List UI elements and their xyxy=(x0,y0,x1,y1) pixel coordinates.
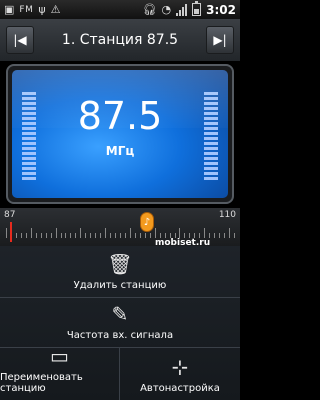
scale-tick xyxy=(129,228,131,238)
scale-tick xyxy=(25,233,27,238)
scale-tick xyxy=(124,233,126,238)
delete-station-label: Удалить станцию xyxy=(73,280,167,291)
scale-tick xyxy=(50,233,52,238)
frequency-needle xyxy=(10,222,12,242)
scale-tick xyxy=(65,233,67,238)
frequency-display-panel: 87.5 МГц xyxy=(6,64,234,204)
scale-max-label: 110 xyxy=(218,210,236,220)
scale-tick xyxy=(20,233,22,238)
edit-icon: ✎ xyxy=(111,302,129,326)
delete-station-button[interactable]: 🗑︎ Удалить станцию xyxy=(0,246,240,298)
skip-next-icon: ▶| xyxy=(213,33,227,47)
wifi-icon: ◔ xyxy=(161,3,172,16)
scale-tick xyxy=(229,228,231,238)
autotune-button[interactable]: ⊹ Автонастройка xyxy=(120,348,240,400)
android-icon: ▣ xyxy=(4,3,15,16)
scale-tick xyxy=(75,233,77,238)
scale-tick xyxy=(90,233,92,238)
scale-tick xyxy=(115,233,117,238)
scale-tick xyxy=(139,233,141,238)
scale-tick xyxy=(85,233,87,238)
scale-ticks xyxy=(6,226,235,238)
options-menu: 🗑︎ Удалить станцию ✎ Частота вх. сигнала… xyxy=(0,246,240,400)
scale-tick xyxy=(219,233,221,238)
usb-icon: ψ xyxy=(38,3,46,16)
fm-indicator: FM xyxy=(19,4,34,15)
rename-station-button[interactable]: ▭ Переименовать станцию xyxy=(0,344,120,400)
tuner-knob[interactable]: ♪ xyxy=(140,212,154,232)
music-note-icon: ♪ xyxy=(143,216,151,228)
scale-tick xyxy=(144,233,146,238)
battery-icon xyxy=(192,1,202,16)
scale-tick xyxy=(100,233,102,238)
scale-tick xyxy=(179,228,181,238)
autotune-icon: ⊹ xyxy=(171,355,189,379)
station-title: 1. Станция 87.5 xyxy=(61,32,179,48)
scale-tick xyxy=(40,233,42,238)
tuner-scale[interactable]: 87 110 ♪ mobiset.ru xyxy=(0,208,240,248)
scale-tick xyxy=(95,233,97,238)
frequency-screen: 87.5 МГц xyxy=(12,70,228,198)
scale-tick xyxy=(134,233,136,238)
scale-tick xyxy=(60,233,62,238)
status-bar: ▣ FM ψ ⚠ 🎧︎ ◔ 3:02 xyxy=(0,0,240,19)
scale-tick xyxy=(110,233,112,238)
scale-tick xyxy=(70,233,72,238)
signal-icon xyxy=(176,3,188,16)
scale-tick xyxy=(120,233,121,238)
right-level-meter xyxy=(204,92,218,180)
autotune-label: Автонастройка xyxy=(140,383,220,394)
scale-tick xyxy=(6,228,7,238)
rename-icon: ▭ xyxy=(50,344,69,368)
next-station-button[interactable]: ▶| xyxy=(206,26,234,54)
scale-tick xyxy=(214,233,216,238)
clock: 3:02 xyxy=(206,2,236,17)
scale-tick xyxy=(35,233,37,238)
scale-min-label: 87 xyxy=(4,210,16,220)
scale-tick xyxy=(105,228,107,238)
station-bar: |◀ 1. Станция 87.5 ▶| xyxy=(0,19,240,61)
frequency-unit: МГц xyxy=(105,144,135,158)
scale-tick xyxy=(30,228,32,238)
scale-tick xyxy=(45,233,47,238)
notification-icon: ⚠ xyxy=(50,3,61,16)
headphones-icon: 🎧︎ xyxy=(142,3,157,16)
scale-tick xyxy=(234,233,235,238)
trash-icon: 🗑︎ xyxy=(107,252,133,276)
frequency-value: 87.5 xyxy=(77,94,163,138)
scale-tick xyxy=(204,228,206,238)
rename-station-label: Переименовать станцию xyxy=(0,372,83,394)
previous-station-button[interactable]: |◀ xyxy=(6,26,34,54)
scale-tick xyxy=(224,233,226,238)
scale-tick xyxy=(154,228,156,238)
input-frequency-button[interactable]: ✎ Частота вх. сигнала xyxy=(0,298,240,348)
scale-tick xyxy=(15,233,17,238)
scale-tick xyxy=(55,228,57,238)
scale-tick xyxy=(80,228,82,238)
skip-previous-icon: |◀ xyxy=(13,33,27,47)
input-frequency-label: Частота вх. сигнала xyxy=(66,330,174,341)
scale-tick xyxy=(149,233,151,238)
